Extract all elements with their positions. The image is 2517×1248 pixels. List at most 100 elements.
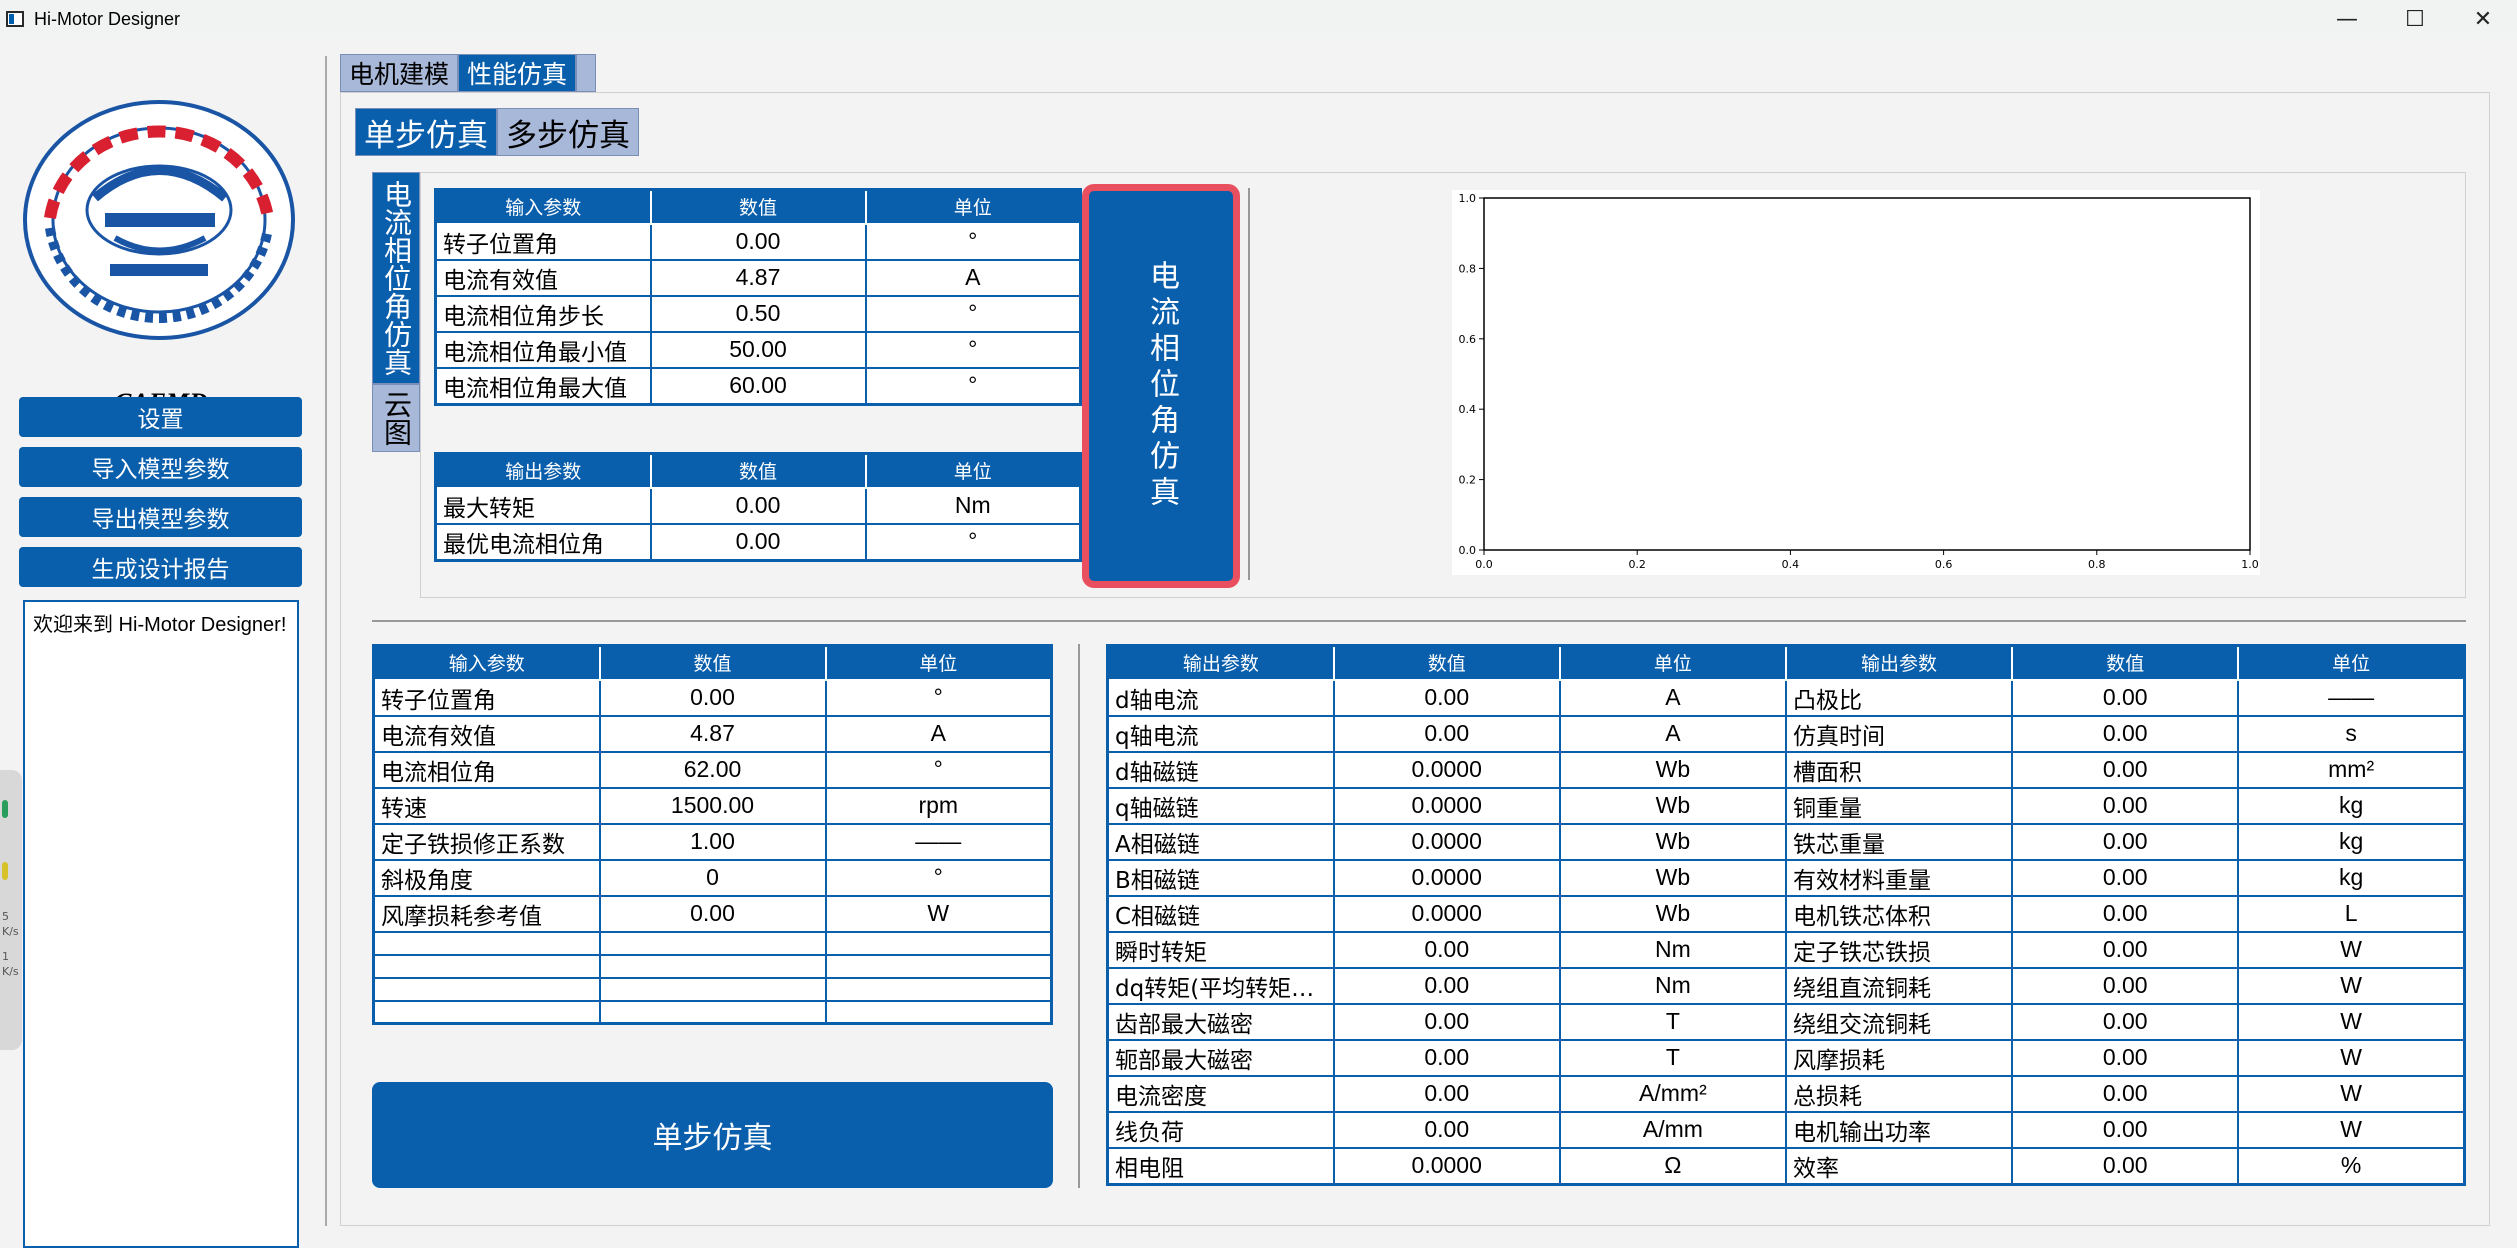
minimize-button[interactable]: — <box>2313 0 2381 38</box>
value-cell[interactable]: ° <box>824 678 1053 717</box>
value-cell[interactable]: 0.00 <box>1332 1074 1561 1113</box>
value-cell[interactable]: —— <box>824 822 1053 861</box>
value-cell[interactable]: W <box>2237 930 2466 969</box>
value-cell[interactable]: 0.00 <box>598 678 827 717</box>
value-cell[interactable]: 0.00 <box>1332 714 1561 753</box>
value-cell[interactable]: 0.00 <box>1332 1002 1561 1041</box>
value-cell[interactable]: Wb <box>1558 858 1787 897</box>
value-cell[interactable]: Wb <box>1558 750 1787 789</box>
value-cell[interactable]: 0.00 <box>2011 1074 2240 1113</box>
tab-motor-modeling[interactable]: 电机建模 <box>340 54 459 92</box>
value-cell[interactable]: Nm <box>1558 966 1787 1005</box>
value-cell[interactable]: 0.00 <box>2011 714 2240 753</box>
value-cell[interactable] <box>598 930 827 956</box>
value-cell[interactable]: kg <box>2237 822 2466 861</box>
value-cell[interactable] <box>598 999 827 1025</box>
value-cell[interactable]: Nm <box>1558 930 1787 969</box>
value-cell[interactable]: 0.00 <box>649 522 867 561</box>
value-cell[interactable]: 0.0000 <box>1332 750 1561 789</box>
value-cell[interactable]: kg <box>2237 858 2466 897</box>
value-cell[interactable]: 1.00 <box>598 822 827 861</box>
value-cell[interactable]: ° <box>824 750 1053 789</box>
value-cell[interactable]: W <box>2237 1002 2466 1041</box>
value-cell[interactable]: 0.00 <box>2011 966 2240 1005</box>
value-cell[interactable]: 0.00 <box>649 222 867 261</box>
value-cell[interactable]: 0.00 <box>649 486 867 525</box>
value-cell[interactable]: T <box>1558 1038 1787 1077</box>
value-cell[interactable] <box>824 976 1053 1002</box>
value-cell[interactable]: 0.0000 <box>1332 1146 1561 1185</box>
value-cell[interactable]: 0.00 <box>2011 1038 2240 1077</box>
value-cell[interactable]: 0.50 <box>649 294 867 333</box>
value-cell[interactable]: 0.0000 <box>1332 858 1561 897</box>
value-cell[interactable]: 0.00 <box>2011 786 2240 825</box>
value-cell[interactable]: W <box>824 894 1053 933</box>
tab-phase-angle-sim[interactable]: 电流相位角仿真 <box>372 172 420 384</box>
value-cell[interactable]: ° <box>864 330 1082 369</box>
tab-single-step-sim[interactable]: 单步仿真 <box>355 108 497 156</box>
value-cell[interactable]: W <box>2237 1074 2466 1113</box>
value-cell[interactable]: W <box>2237 1110 2466 1149</box>
value-cell[interactable]: ° <box>864 222 1082 261</box>
value-cell[interactable]: Wb <box>1558 894 1787 933</box>
value-cell[interactable]: T <box>1558 1002 1787 1041</box>
value-cell[interactable]: ° <box>864 366 1082 405</box>
value-cell[interactable]: 0.00 <box>2011 750 2240 789</box>
value-cell[interactable]: 1500.00 <box>598 786 827 825</box>
value-cell[interactable]: 0.00 <box>2011 1146 2240 1185</box>
value-cell[interactable]: 0.00 <box>2011 894 2240 933</box>
tab-multi-step-sim[interactable]: 多步仿真 <box>497 108 639 156</box>
value-cell[interactable]: A/mm² <box>1558 1074 1787 1113</box>
value-cell[interactable]: mm² <box>2237 750 2466 789</box>
value-cell[interactable]: 0.00 <box>1332 1110 1561 1149</box>
floating-widget[interactable]: 5 K/s 1 K/s <box>0 770 22 1050</box>
value-cell[interactable]: 0.0000 <box>1332 786 1561 825</box>
value-cell[interactable]: Wb <box>1558 822 1787 861</box>
value-cell[interactable]: s <box>2237 714 2466 753</box>
value-cell[interactable]: ° <box>864 294 1082 333</box>
value-cell[interactable]: 0.00 <box>2011 858 2240 897</box>
value-cell[interactable]: 4.87 <box>649 258 867 297</box>
value-cell[interactable]: 0 <box>598 858 827 897</box>
value-cell[interactable]: Ω <box>1558 1146 1787 1185</box>
value-cell[interactable] <box>824 999 1053 1025</box>
value-cell[interactable]: 0.00 <box>2011 930 2240 969</box>
settings-button[interactable]: 设置 <box>19 397 302 437</box>
value-cell[interactable]: 0.00 <box>2011 822 2240 861</box>
value-cell[interactable]: ° <box>824 858 1053 897</box>
value-cell[interactable]: A <box>1558 678 1787 717</box>
value-cell[interactable]: 0.0000 <box>1332 894 1561 933</box>
value-cell[interactable]: 4.87 <box>598 714 827 753</box>
value-cell[interactable] <box>598 976 827 1002</box>
value-cell[interactable]: 62.00 <box>598 750 827 789</box>
value-cell[interactable]: W <box>2237 1038 2466 1077</box>
maximize-button[interactable]: ☐ <box>2381 0 2449 38</box>
value-cell[interactable]: 0.00 <box>1332 966 1561 1005</box>
value-cell[interactable]: —— <box>2237 678 2466 717</box>
value-cell[interactable]: % <box>2237 1146 2466 1185</box>
value-cell[interactable]: Wb <box>1558 786 1787 825</box>
tab-performance-sim[interactable]: 性能仿真 <box>458 54 577 92</box>
close-button[interactable]: ✕ <box>2449 0 2517 38</box>
tab-overflow[interactable] <box>576 54 597 92</box>
value-cell[interactable] <box>824 930 1053 956</box>
value-cell[interactable]: A <box>864 258 1082 297</box>
value-cell[interactable]: A/mm <box>1558 1110 1787 1149</box>
value-cell[interactable]: A <box>824 714 1053 753</box>
value-cell[interactable]: rpm <box>824 786 1053 825</box>
tab-contour-plot[interactable]: 云图 <box>372 384 420 452</box>
phase-angle-sim-button[interactable]: 电流相位角仿真 <box>1082 184 1240 588</box>
import-model-params-button[interactable]: 导入模型参数 <box>19 447 302 487</box>
value-cell[interactable]: Nm <box>864 486 1082 525</box>
value-cell[interactable]: 0.00 <box>598 894 827 933</box>
value-cell[interactable]: 50.00 <box>649 330 867 369</box>
value-cell[interactable]: W <box>2237 966 2466 1005</box>
value-cell[interactable]: kg <box>2237 786 2466 825</box>
value-cell[interactable]: ° <box>864 522 1082 561</box>
single-step-sim-button[interactable]: 单步仿真 <box>372 1082 1053 1188</box>
value-cell[interactable] <box>824 953 1053 979</box>
value-cell[interactable]: 0.00 <box>2011 1002 2240 1041</box>
value-cell[interactable]: 0.00 <box>2011 678 2240 717</box>
value-cell[interactable]: 0.0000 <box>1332 822 1561 861</box>
value-cell[interactable]: L <box>2237 894 2466 933</box>
